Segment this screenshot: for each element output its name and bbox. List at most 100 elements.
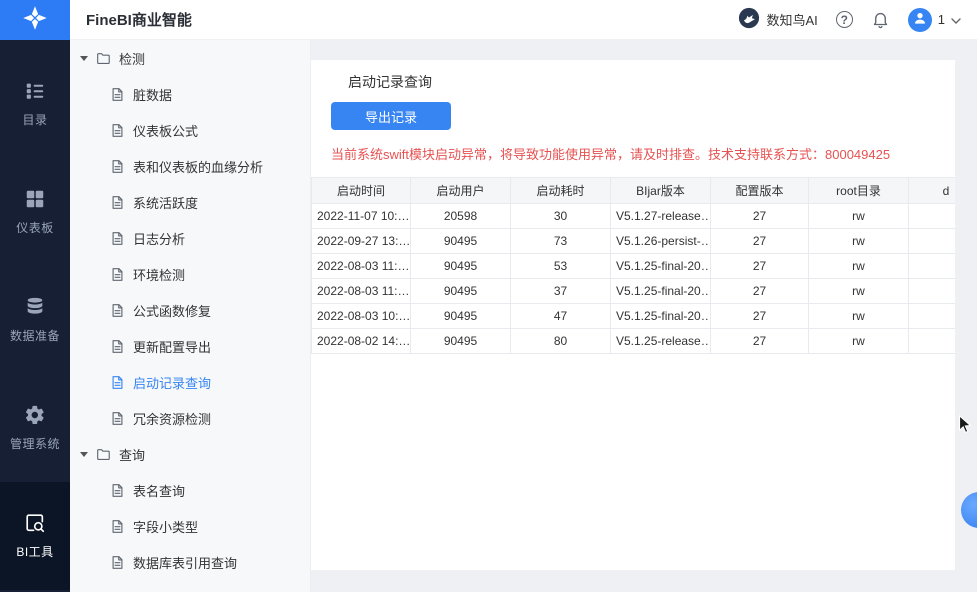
tree-group-2[interactable]: 查询 [70, 436, 310, 472]
gear-icon [24, 404, 46, 426]
table-cell: 2022-08-02 14:… [311, 328, 411, 354]
table-cell [908, 253, 955, 279]
topbar-actions: 数知鸟AI ? 1 [738, 7, 961, 32]
tree-item-label: 表名查询 [133, 483, 186, 499]
user-count: 1 [937, 12, 945, 27]
table-cell: V5.1.25-release… [610, 328, 711, 354]
tree-item[interactable]: 系统活跃度 [70, 184, 310, 220]
table-cell: 2022-08-03 11:… [311, 253, 411, 279]
table-cell: rw [808, 303, 909, 329]
column-header: 启动耗时 [510, 177, 611, 204]
app-logo[interactable] [0, 0, 70, 40]
table-cell: rw [808, 278, 909, 304]
magnifier-icon [24, 512, 46, 534]
warning-message: 当前系统swift模块启动异常，将导致功能使用异常，请及时排查。技术支持联系方式… [331, 147, 891, 162]
tree-item-label: 脏数据 [133, 87, 173, 103]
tree-item-label: 系统活跃度 [133, 195, 199, 211]
catalog-icon [24, 80, 46, 102]
nav-rail-items: 目录仪表板数据准备 管理系统 BI工具 [0, 50, 70, 590]
table-cell: V5.1.25-final-20… [610, 253, 711, 279]
rail-item-bi-tools[interactable]: BI工具 [0, 482, 70, 590]
table-cell [908, 203, 955, 229]
table-cell [908, 228, 955, 254]
table-cell: 90495 [410, 278, 511, 304]
rail-item-data-prep[interactable]: 数据准备 [0, 266, 70, 374]
table-row[interactable]: 2022-08-02 14:… 90495 80 V5.1.25-release… 27… [311, 328, 955, 354]
notification-bell-icon[interactable] [871, 10, 890, 29]
finebi-logo-icon [22, 5, 48, 36]
tree-item[interactable]: 冗余资源检测 [70, 400, 310, 436]
column-header: 启动用户 [410, 177, 511, 204]
tree-item-label: 公式函数修复 [133, 303, 212, 319]
document-icon [110, 159, 125, 174]
tree-item-label: 环境检测 [133, 267, 186, 283]
rail-item-catalog[interactable]: 目录 [0, 50, 70, 158]
rail-item-label: 仪表板 [16, 221, 54, 235]
table-cell: 20598 [410, 203, 511, 229]
tree-group-3[interactable] [70, 580, 310, 592]
document-icon [110, 519, 125, 534]
rail-item-label: BI工具 [16, 545, 54, 559]
column-header: d [908, 177, 955, 204]
document-icon [110, 375, 125, 390]
table-row[interactable]: 2022-08-03 11:… 90495 53 V5.1.25-final-20… 2… [311, 253, 955, 279]
chevron-down-icon [951, 12, 961, 27]
rail-item-admin[interactable]: 管理系统 [0, 374, 70, 482]
table-cell: rw [808, 203, 909, 229]
tree-item[interactable]: 字段小类型 [70, 508, 310, 544]
tree-item[interactable]: 日志分析 [70, 220, 310, 256]
table-row[interactable]: 2022-08-03 11:… 90495 37 V5.1.25-final-20… 2… [311, 278, 955, 304]
page-title: 启动记录查询 [348, 74, 432, 90]
table-cell: 2022-11-07 10:… [311, 203, 411, 229]
table-cell: 2022-08-03 11:… [311, 278, 411, 304]
table-row[interactable]: 2022-08-03 10:… 90495 47 V5.1.25-final-20… 2… [311, 303, 955, 329]
user-menu[interactable]: 1 [907, 7, 961, 32]
document-icon [110, 87, 125, 102]
folder-icon [96, 51, 111, 66]
table-cell: rw [808, 328, 909, 354]
help-icon[interactable]: ? [835, 11, 853, 28]
expand-arrow-icon [80, 451, 88, 457]
column-header: 启动时间 [311, 177, 411, 204]
tree-item[interactable]: 表名查询 [70, 472, 310, 508]
table-cell: V5.1.26-persist-… [610, 228, 711, 254]
tree-item[interactable]: 仪表板公式 [70, 112, 310, 148]
database-icon [24, 296, 46, 318]
tree-item[interactable]: 环境检测 [70, 256, 310, 292]
tree-item[interactable]: 脏数据 [70, 76, 310, 112]
export-records-button[interactable]: 导出记录 [331, 102, 451, 130]
table-header-row: 启动时间 启动用户 启动耗时 BIjar版本 配置版本 root目录 d [311, 177, 955, 204]
table-cell: 73 [510, 228, 611, 254]
table-cell: 90495 [410, 253, 511, 279]
records-table: 启动时间 启动用户 启动耗时 BIjar版本 配置版本 root目录 d 2022-11-0… [311, 177, 955, 354]
table-cell: 53 [510, 253, 611, 279]
tree-item[interactable]: 启动记录查询 [70, 364, 310, 400]
ai-assistant-label: 数知鸟AI [766, 13, 818, 28]
document-icon [110, 339, 125, 354]
table-cell [908, 278, 955, 304]
tree-item[interactable]: 数据库表引用查询 [70, 544, 310, 580]
ai-assistant-button[interactable]: 数知鸟AI [738, 7, 818, 32]
tree-item-label: 数据库表引用查询 [133, 555, 238, 571]
document-icon [110, 411, 125, 426]
tree-item[interactable]: 表和仪表板的血缘分析 [70, 148, 310, 184]
tree-item-label: 更新配置导出 [133, 339, 212, 355]
column-header: 配置版本 [710, 177, 809, 204]
rail-item-dashboard[interactable]: 仪表板 [0, 158, 70, 266]
table-cell [908, 303, 955, 329]
person-icon [912, 10, 928, 29]
nav-rail: 目录仪表板数据准备 管理系统 BI工具 [0, 0, 70, 592]
table-cell: rw [808, 253, 909, 279]
table-cell: 30 [510, 203, 611, 229]
tree-item[interactable]: 更新配置导出 [70, 328, 310, 364]
table-row[interactable]: 2022-11-07 10:… 20598 30 V5.1.27-release… 27… [311, 203, 955, 229]
table-cell: rw [808, 228, 909, 254]
table-cell: 37 [510, 278, 611, 304]
tree-panel: 检测脏数据仪表板公式 表和仪表板的血缘分析系统活跃度日志分析环境检测公式函数修复更… [70, 40, 311, 592]
table-row[interactable]: 2022-09-27 13:… 90495 73 V5.1.26-persist-… 2… [311, 228, 955, 254]
folder-icon [96, 447, 111, 462]
topbar: FineBI商业智能 数知鸟AI ? 1 [70, 0, 977, 40]
tree-group-1[interactable]: 检测 [70, 40, 310, 76]
tree-item[interactable]: 公式函数修复 [70, 292, 310, 328]
table-cell: 80 [510, 328, 611, 354]
